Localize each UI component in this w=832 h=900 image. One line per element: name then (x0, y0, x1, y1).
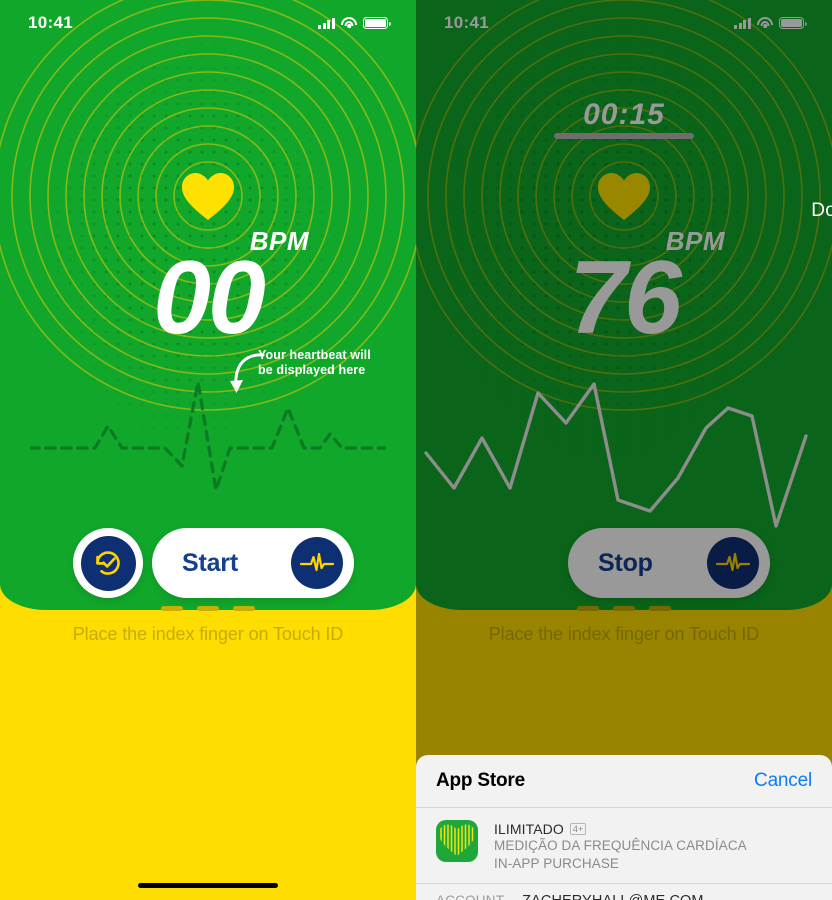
history-check-icon (96, 551, 120, 575)
pulse-icon (716, 552, 750, 572)
age-rating-badge: 4+ (569, 823, 587, 835)
bpm-value: 00 (153, 240, 266, 356)
stop-button-icon-circle (707, 537, 759, 589)
cancel-button[interactable]: Cancel (754, 770, 812, 792)
start-button-icon-circle (291, 537, 343, 589)
battery-full-icon (779, 17, 807, 29)
start-button-label: Start (182, 548, 238, 577)
left-phone-screen: 10:41 BPM 00 Your heartbeat will be disp… (0, 0, 416, 900)
battery-full-icon (363, 17, 391, 29)
purchase-type: IN-APP PURCHASE (494, 855, 620, 871)
edge-done-label[interactable]: Do (811, 200, 832, 222)
status-icons (318, 17, 391, 29)
account-label: ACCOUNT (436, 893, 504, 900)
heartbeat-hint-text: Your heartbeat will be displayed here (258, 348, 371, 379)
app-icon-striped-heart (436, 820, 478, 862)
sheet-header: App Store Cancel (416, 755, 832, 808)
cellular-bars-icon (318, 17, 335, 29)
start-button[interactable]: Start (152, 528, 354, 598)
product-name-row: ILIMITADO 4+ (494, 821, 747, 837)
status-time: 10:41 (444, 13, 489, 32)
app-store-purchase-sheet: App Store Cancel ILIMITADO 4+ MEDIÇÃO DA… (416, 755, 832, 900)
account-value: ZACHERYHALL@ME.COM (522, 893, 703, 900)
dashed-ecg-waveform-icon (30, 380, 386, 492)
product-name: ILIMITADO (494, 821, 564, 837)
right-phone-screen: 10:41 00:15 BPM 76 Stop Place the index … (416, 0, 832, 900)
heart-icon (598, 173, 650, 220)
history-button[interactable] (73, 528, 143, 598)
touch-id-hint: Place the index finger on Touch ID (488, 624, 760, 644)
heart-icon (182, 173, 234, 220)
status-bar: 10:41 (0, 0, 416, 46)
history-button-inner (80, 535, 136, 591)
wifi-icon (341, 17, 357, 29)
product-meta: ILIMITADO 4+ MEDIÇÃO DA FREQUÊNCIA CARDÍ… (494, 820, 747, 873)
home-indicator[interactable] (554, 133, 694, 139)
stop-button-label: Stop (598, 548, 653, 577)
stop-button[interactable]: Stop (568, 528, 770, 598)
page-dashes (416, 606, 832, 611)
app-icon-artwork (439, 824, 475, 856)
status-icons (734, 17, 807, 29)
wifi-icon (757, 17, 773, 29)
live-ecg-waveform-icon (424, 382, 808, 528)
status-bar: 10:41 (416, 0, 832, 46)
cellular-bars-icon (734, 17, 751, 29)
sheet-title: App Store (436, 770, 525, 791)
touch-id-hint: Place the index finger on Touch ID (72, 624, 344, 644)
measurement-timer: 00:15 (583, 98, 665, 131)
pulse-icon (300, 552, 334, 572)
product-description: MEDIÇÃO DA FREQUÊNCIA CARDÍACA (494, 838, 747, 853)
hint-line-2: be displayed here (258, 363, 366, 378)
hint-line-1: Your heartbeat will (258, 348, 371, 362)
status-time: 10:41 (28, 13, 73, 32)
product-row: ILIMITADO 4+ MEDIÇÃO DA FREQUÊNCIA CARDÍ… (416, 808, 832, 884)
page-dashes (0, 606, 416, 611)
home-indicator[interactable] (138, 883, 278, 888)
bpm-value: 76 (569, 240, 682, 356)
account-row: ACCOUNT ZACHERYHALL@ME.COM (416, 884, 832, 900)
